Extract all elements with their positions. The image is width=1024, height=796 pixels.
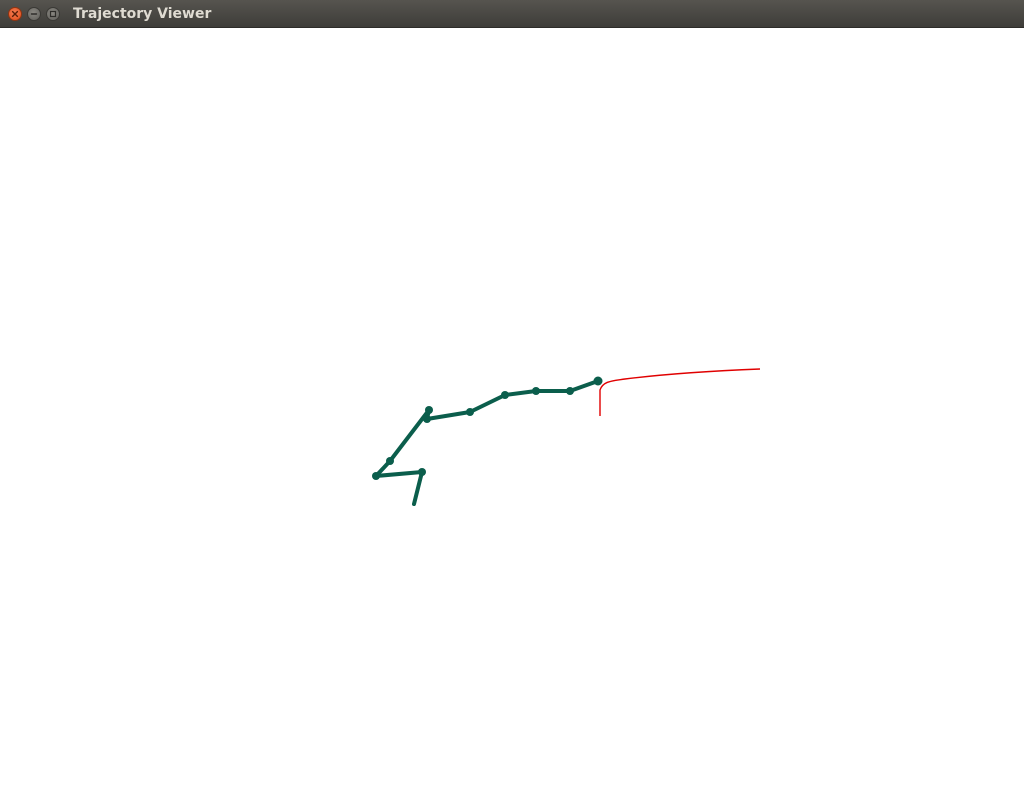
minimize-icon (30, 13, 38, 15)
joint (386, 457, 394, 465)
minimize-button[interactable] (27, 7, 41, 21)
title-bar[interactable]: Trajectory Viewer (0, 0, 1024, 28)
joint (593, 376, 603, 386)
robot-arm (374, 379, 600, 506)
window-title: Trajectory Viewer (73, 6, 212, 22)
close-button[interactable] (8, 7, 22, 21)
joint (418, 468, 426, 476)
joint (372, 472, 380, 480)
maximize-icon (49, 10, 57, 18)
close-icon (11, 10, 19, 18)
joint (501, 391, 509, 399)
arm-chain (374, 379, 600, 506)
trajectory-canvas[interactable] (0, 28, 1024, 796)
joint (466, 408, 474, 416)
joint (532, 387, 540, 395)
trajectory-path (599, 368, 761, 416)
joint (425, 406, 433, 414)
joint (566, 387, 574, 395)
app-window: Trajectory Viewer (0, 0, 1024, 796)
maximize-button[interactable] (46, 7, 60, 21)
joint (423, 415, 431, 423)
arm-joints (372, 376, 603, 480)
